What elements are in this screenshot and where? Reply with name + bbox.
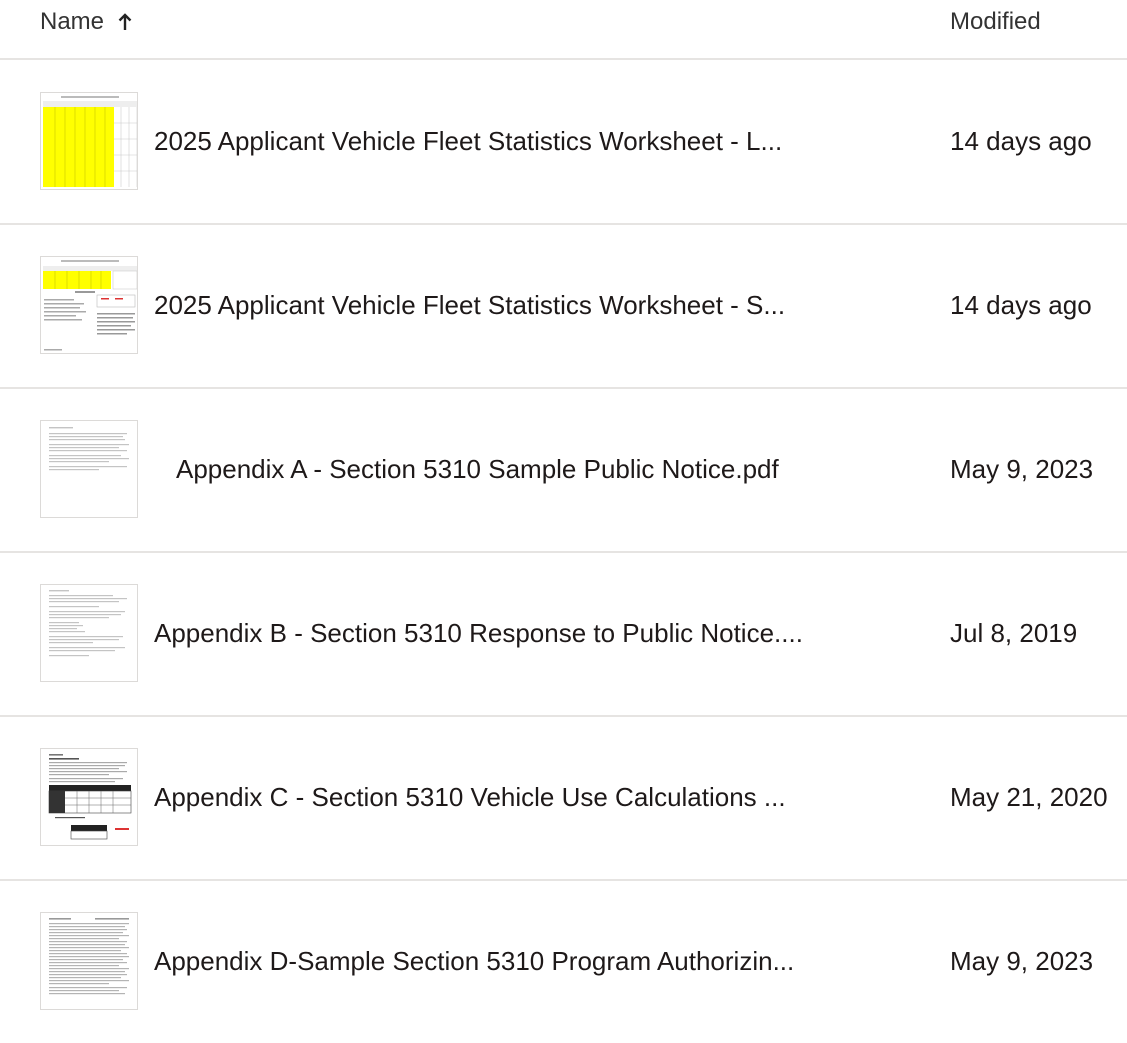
- file-row[interactable]: Appendix B - Section 5310 Response to Pu…: [0, 552, 1127, 717]
- modified-column-header[interactable]: Modified: [950, 8, 1041, 36]
- file-row[interactable]: Appendix C - Section 5310 Vehicle Use Ca…: [0, 716, 1127, 881]
- name-column-label: Name: [40, 8, 105, 35]
- file-name[interactable]: Appendix D-Sample Section 5310 Program A…: [154, 946, 794, 977]
- file-name[interactable]: 2025 Applicant Vehicle Fleet Statistics …: [154, 290, 785, 321]
- spreadsheet-summary-thumbnail: [40, 256, 138, 354]
- name-column-header[interactable]: Name: [40, 8, 132, 36]
- file-modified: May 9, 2023: [950, 454, 1094, 484]
- file-row[interactable]: 2025 Applicant Vehicle Fleet Statistics …: [0, 60, 1127, 225]
- text-document-thumbnail: [40, 584, 138, 682]
- arrow-up-icon[interactable]: [118, 13, 132, 31]
- file-name[interactable]: 2025 Applicant Vehicle Fleet Statistics …: [154, 126, 782, 157]
- file-name[interactable]: Appendix B - Section 5310 Response to Pu…: [154, 618, 803, 649]
- file-row[interactable]: 2025 Applicant Vehicle Fleet Statistics …: [0, 224, 1127, 389]
- file-modified: 14 days ago: [950, 290, 1092, 320]
- file-row[interactable]: Appendix A - Section 5310 Sample Public …: [0, 388, 1127, 553]
- file-modified: 14 days ago: [950, 126, 1092, 156]
- file-row[interactable]: Appendix D-Sample Section 5310 Program A…: [0, 880, 1127, 1043]
- file-modified: Jul 8, 2019: [950, 618, 1078, 648]
- file-modified: May 21, 2020: [950, 782, 1108, 812]
- table-document-thumbnail: [40, 748, 138, 846]
- file-name[interactable]: Appendix A - Section 5310 Sample Public …: [176, 454, 779, 485]
- text-document-thumbnail: [40, 912, 138, 1010]
- file-list-header: Name Modified: [0, 0, 1127, 60]
- file-modified: May 9, 2023: [950, 946, 1094, 976]
- spreadsheet-yellow-thumbnail: [40, 92, 138, 190]
- file-name[interactable]: Appendix C - Section 5310 Vehicle Use Ca…: [154, 782, 786, 813]
- text-document-thumbnail: [40, 420, 138, 518]
